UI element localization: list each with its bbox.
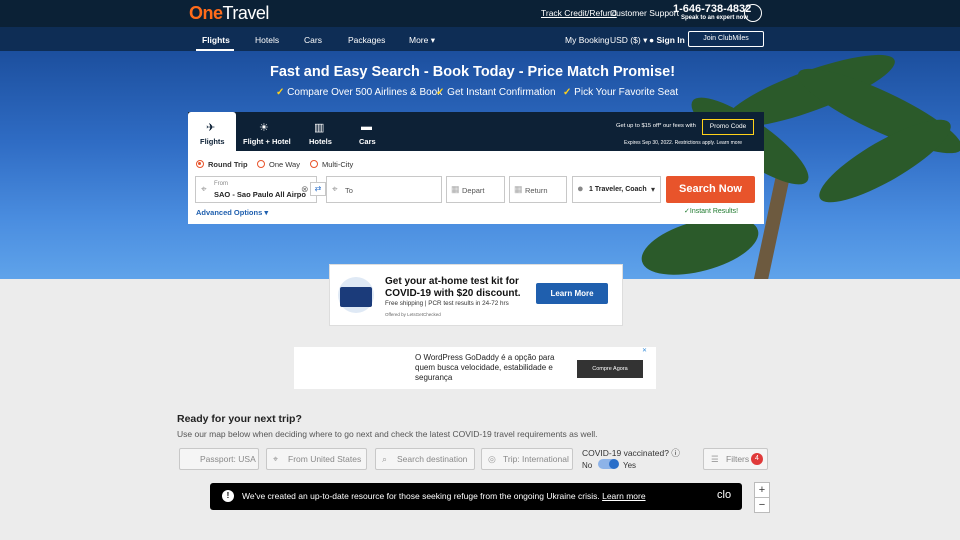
hero-bullet: ✓ Compare Over 500 Airlines & Book	[276, 87, 443, 98]
location-pin-icon: ⌖	[273, 454, 279, 464]
round-trip-label[interactable]: Round Trip	[208, 160, 248, 169]
notice-learn-more-link[interactable]: Learn more	[602, 491, 645, 501]
section-subtitle: Use our map below when deciding where to…	[177, 429, 598, 439]
check-icon: ✓	[276, 87, 285, 98]
top-bar	[0, 0, 960, 27]
radio-round-trip[interactable]	[196, 160, 204, 168]
phone-number[interactable]: 1-646-738-4832	[673, 3, 751, 15]
nav-more[interactable]: More ▾	[409, 35, 435, 46]
toggle-knob	[609, 459, 619, 469]
search-destination-input[interactable]: ⌕ Search destination	[375, 448, 475, 470]
nav-bar	[0, 27, 960, 51]
notice-text: We've created an up-to-date resource for…	[242, 491, 646, 501]
tab-flights[interactable]: Flights	[200, 137, 225, 146]
one-way-label[interactable]: One Way	[269, 160, 300, 169]
zoom-out-button[interactable]: −	[754, 497, 770, 513]
nav-cars[interactable]: Cars	[304, 35, 322, 45]
info-icon[interactable]: ⓘ	[671, 448, 680, 458]
sliders-icon: ☰	[711, 454, 719, 464]
ad-close-icon[interactable]: ✕	[642, 347, 647, 354]
ad-offered-by: Offered by LetsGetChecked	[385, 312, 441, 317]
chevron-down-icon: ▾	[264, 208, 269, 217]
trip-type-filter[interactable]: ◎ Trip: International	[481, 448, 573, 470]
hero-title: Fast and Easy Search - Book Today - Pric…	[269, 64, 676, 80]
tab-cars[interactable]: Cars	[359, 137, 376, 146]
calendar-icon: ▦	[514, 184, 523, 194]
chevron-down-icon: ▾	[430, 35, 436, 45]
notice-close-button[interactable]: clo	[717, 489, 731, 501]
promo-code-button[interactable]: Promo Code	[702, 119, 754, 135]
check-icon: ✓	[436, 87, 445, 98]
headset-icon	[744, 4, 762, 22]
ad-title: Get your at-home test kit for COVID-19 w…	[385, 276, 521, 299]
phone-subtitle: Speak to an expert now	[681, 15, 749, 21]
nav-hotels[interactable]: Hotels	[255, 35, 279, 45]
radio-multi-city[interactable]	[310, 160, 318, 168]
clear-icon[interactable]: ⊗	[301, 184, 309, 195]
no-label: No	[582, 461, 593, 470]
hero-bullet: ✓ Get Instant Confirmation	[436, 87, 556, 98]
location-pin-icon: ⌖	[201, 184, 207, 195]
radio-one-way[interactable]	[257, 160, 265, 168]
depart-field[interactable]: ▦ Depart	[446, 176, 505, 203]
travelers-selector[interactable]: ● 1 Traveler, Coach ▾	[572, 176, 661, 203]
location-pin-icon: ⌖	[332, 184, 338, 195]
check-icon: ✓	[563, 87, 572, 98]
banner-text: O WordPress GoDaddy é a opção para quem …	[415, 353, 555, 382]
globe-icon: ◎	[488, 454, 496, 464]
swap-icon[interactable]: ⇄	[310, 182, 326, 196]
palm-icon: ☀	[259, 122, 269, 134]
calendar-icon: ▦	[451, 184, 460, 194]
user-icon: ●	[649, 35, 655, 45]
currency-selector[interactable]: USD ($) ▾	[610, 35, 647, 46]
customer-support-link[interactable]: Customer Support	[610, 8, 679, 18]
passport-filter[interactable]: Passport: USA	[179, 448, 259, 470]
tab-hotels[interactable]: Hotels	[309, 137, 332, 146]
search-icon: ⌕	[382, 454, 388, 464]
filters-count-badge: 4	[751, 453, 763, 465]
track-credit-link[interactable]: Track Credit/Refund	[541, 8, 617, 18]
search-now-button[interactable]: Search Now	[666, 176, 755, 203]
airplane-icon: ✈	[206, 122, 216, 134]
from-country-filter[interactable]: ⌖ From United States	[266, 448, 367, 470]
onetravel-logo[interactable]: OneTravel	[189, 3, 269, 24]
person-icon: ●	[577, 183, 584, 195]
zoom-in-button[interactable]: +	[754, 482, 770, 498]
car-icon: ▬	[361, 121, 372, 133]
alert-icon: !	[222, 490, 234, 502]
test-kit-box-image	[340, 287, 372, 307]
promo-text: Get up to $15 off* our fees with	[616, 123, 696, 129]
from-field[interactable]: ⌖ From SAO - Sao Paulo All Airpo ⊗	[195, 176, 317, 203]
join-clubmiles-button[interactable]: Join ClubMiles	[688, 31, 764, 47]
chevron-down-icon: ▾	[643, 35, 648, 45]
advanced-options-link[interactable]: Advanced Options ▾	[196, 208, 268, 217]
nav-packages[interactable]: Packages	[348, 35, 385, 45]
vaccinated-label: COVID-19 vaccinated? ⓘ	[582, 448, 680, 458]
my-booking-link[interactable]: My Booking	[565, 35, 609, 45]
ad-subtitle: Free shipping | PCR test results in 24-7…	[385, 300, 509, 307]
instant-results: ✓Instant Results!	[684, 208, 739, 215]
promo-expiry: Expires Sep 30, 2022. Restrictions apply…	[624, 140, 743, 146]
compre-agora-button[interactable]: Compre Agora	[577, 360, 643, 378]
return-field[interactable]: ▦ Return	[509, 176, 567, 203]
to-field[interactable]: ⌖ To	[326, 176, 442, 203]
nav-flights[interactable]: Flights	[202, 35, 230, 45]
tab-flight-hotel[interactable]: Flight + Hotel	[243, 137, 291, 146]
chevron-down-icon: ▾	[651, 185, 656, 194]
multi-city-label[interactable]: Multi-City	[322, 160, 353, 169]
hero-bullet: ✓ Pick Your Favorite Seat	[563, 87, 679, 98]
section-title: Ready for your next trip?	[177, 413, 302, 425]
learn-more-button[interactable]: Learn More	[536, 283, 608, 304]
building-icon: ▥	[314, 122, 325, 134]
yes-label: Yes	[623, 461, 637, 470]
sign-in-link[interactable]: ● Sign In	[649, 35, 685, 45]
